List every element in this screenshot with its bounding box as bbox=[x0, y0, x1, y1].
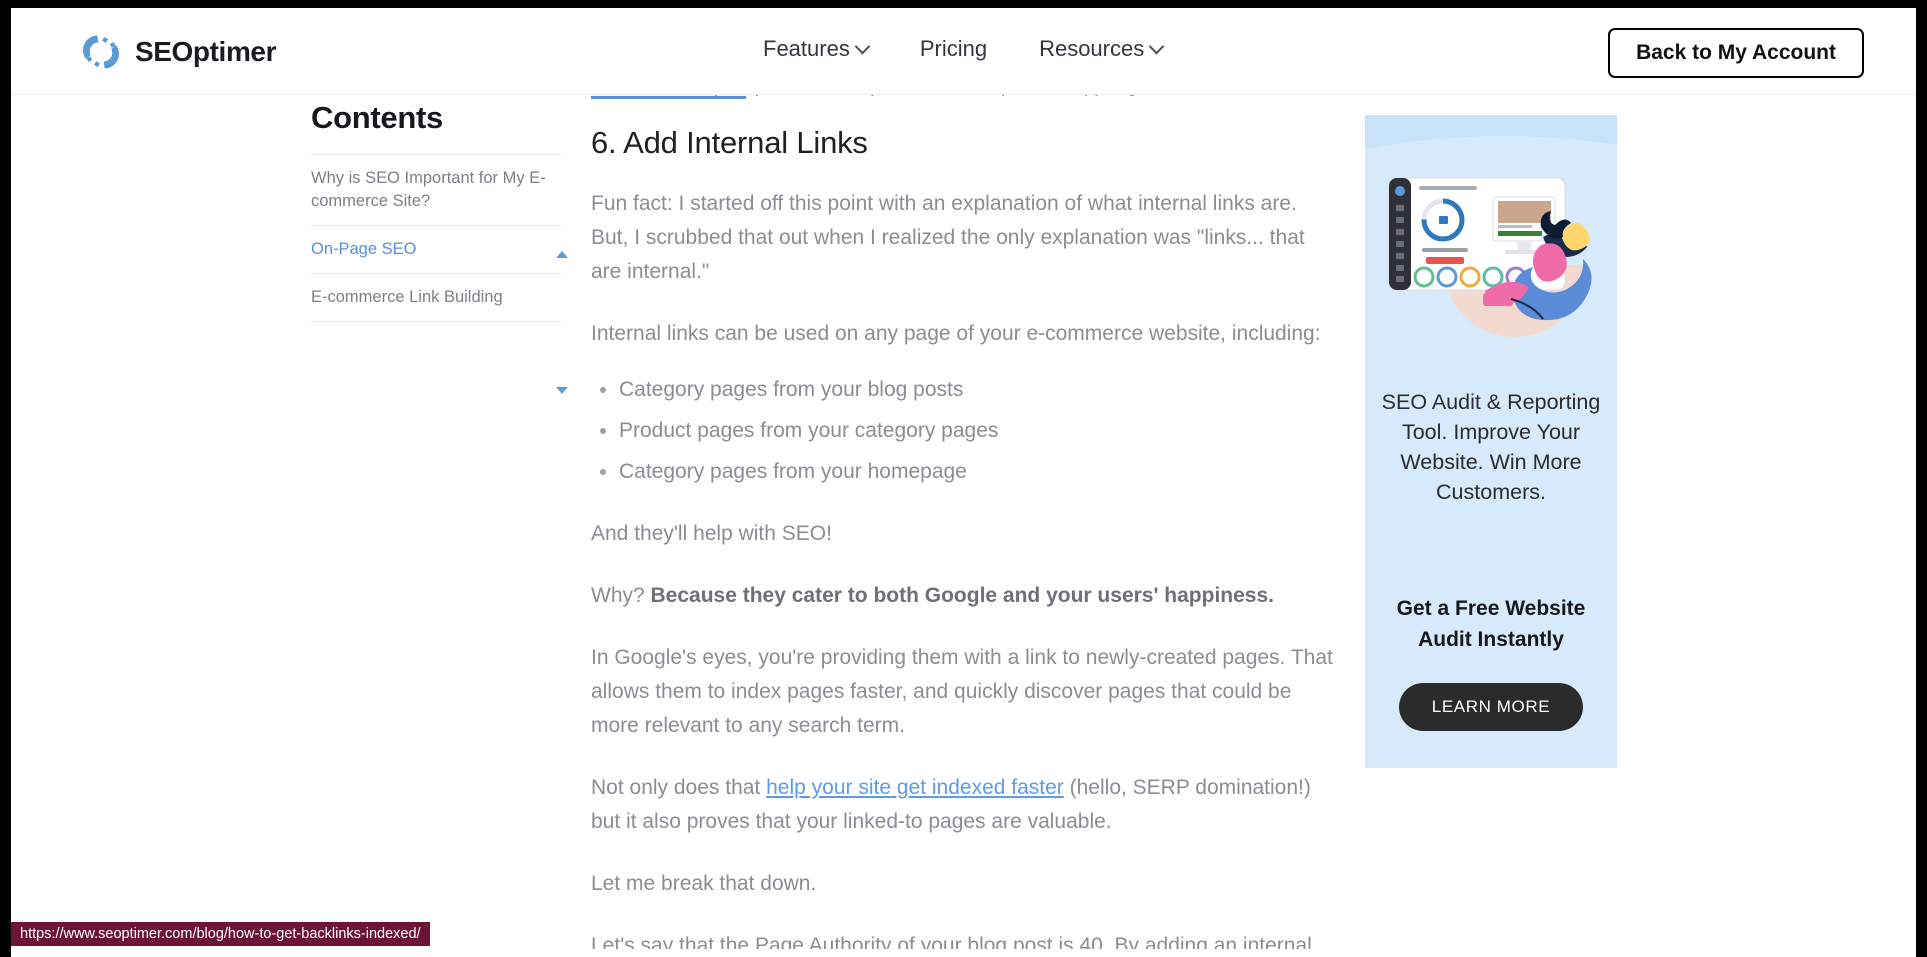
table-of-contents: Contents Why is SEO Important for My E-c… bbox=[311, 100, 561, 322]
nav-item-pricing[interactable]: Pricing bbox=[920, 36, 987, 62]
seoptimer-gear-logo-icon bbox=[83, 35, 119, 69]
toc-title: Contents bbox=[311, 100, 443, 135]
triangle-down-icon[interactable] bbox=[556, 387, 568, 394]
nav-item-features[interactable]: Features bbox=[763, 36, 871, 62]
status-bar-url: https://www.seoptimer.com/blog/how-to-ge… bbox=[11, 922, 430, 946]
toc-item-why-is-seo-important[interactable]: Why is SEO Important for My E-commerce S… bbox=[311, 154, 561, 225]
seo-audit-dashboard-illustration-icon bbox=[1365, 115, 1617, 367]
nav-item-features-label: Features bbox=[763, 36, 850, 61]
toc-item-ecommerce-link-building[interactable]: E-commerce Link Building bbox=[311, 273, 561, 322]
article-heading: 6. Add Internal Links bbox=[591, 125, 868, 160]
site-header: SEOptimer Features Pricing Resources Bac… bbox=[11, 8, 1916, 95]
content-area: ...page speed and page experience are tw… bbox=[11, 92, 1916, 949]
site-logo-text: SEOptimer bbox=[135, 36, 277, 67]
list-item: Category pages from your homepage bbox=[619, 455, 1336, 489]
nav-item-resources-label: Resources bbox=[1039, 36, 1145, 61]
chevron-down-icon bbox=[1148, 38, 1165, 54]
page-content: SEOptimer Features Pricing Resources Bac… bbox=[11, 8, 1916, 949]
browser-viewport: SEOptimer Features Pricing Resources Bac… bbox=[0, 0, 1927, 957]
nav-item-resources[interactable]: Resources bbox=[1039, 36, 1165, 62]
back-to-my-account-button[interactable]: Back to My Account bbox=[1608, 28, 1864, 78]
scrolled-link-underline bbox=[591, 96, 746, 99]
article-paragraph-3: And they'll help with SEO! bbox=[591, 522, 832, 545]
list-item: Category pages from your blog posts bbox=[619, 373, 1336, 407]
article-paragraph-2: Internal links can be used on any page o… bbox=[591, 322, 1321, 345]
article-paragraph-4-bold: Because they cater to both Google and yo… bbox=[650, 584, 1274, 607]
toc-item-on-page-seo[interactable]: On-Page SEO bbox=[311, 225, 561, 273]
main-navigation: Features Pricing Resources bbox=[763, 36, 1165, 62]
article-paragraph-6: Not only does that help your site get in… bbox=[591, 771, 1336, 839]
learn-more-button[interactable]: LEARN MORE bbox=[1399, 683, 1583, 731]
indexed-faster-link[interactable]: help your site get indexed faster bbox=[766, 776, 1064, 799]
browser-bottom-edge bbox=[11, 949, 1916, 957]
article-paragraph-8: Let's say that the Page Authority of you… bbox=[591, 934, 1312, 949]
nav-item-pricing-label: Pricing bbox=[919, 36, 988, 61]
triangle-up-icon[interactable] bbox=[556, 251, 568, 258]
list-item: Product pages from your category pages bbox=[619, 414, 1336, 448]
site-logo[interactable]: SEOptimer bbox=[79, 30, 277, 74]
article-paragraph-4: Why? Because they cater to both Google a… bbox=[591, 579, 1336, 613]
article-paragraph-7: Let me break that down. bbox=[591, 872, 817, 895]
article-paragraph-6-before: Not only does that bbox=[591, 776, 767, 799]
promo-headline: SEO Audit & Reporting Tool. Improve Your… bbox=[1381, 390, 1601, 504]
toc-list: Why is SEO Important for My E-commerce S… bbox=[311, 154, 561, 322]
article-paragraph-1: Fun fact: I started off this point with … bbox=[591, 192, 1305, 283]
article-body: 6. Add Internal Links Fun fact: I starte… bbox=[591, 123, 1336, 949]
article-paragraph-5: In Google's eyes, you're providing them … bbox=[591, 646, 1333, 737]
chevron-down-icon bbox=[854, 38, 871, 54]
article-bullet-list: Category pages from your blog posts Prod… bbox=[591, 373, 1336, 489]
article-paragraph-4-lead: Why? bbox=[591, 584, 651, 607]
promo-subheadline: Get a Free Website Audit Instantly bbox=[1396, 597, 1586, 651]
promo-card: SEO Audit & Reporting Tool. Improve Your… bbox=[1365, 115, 1617, 768]
